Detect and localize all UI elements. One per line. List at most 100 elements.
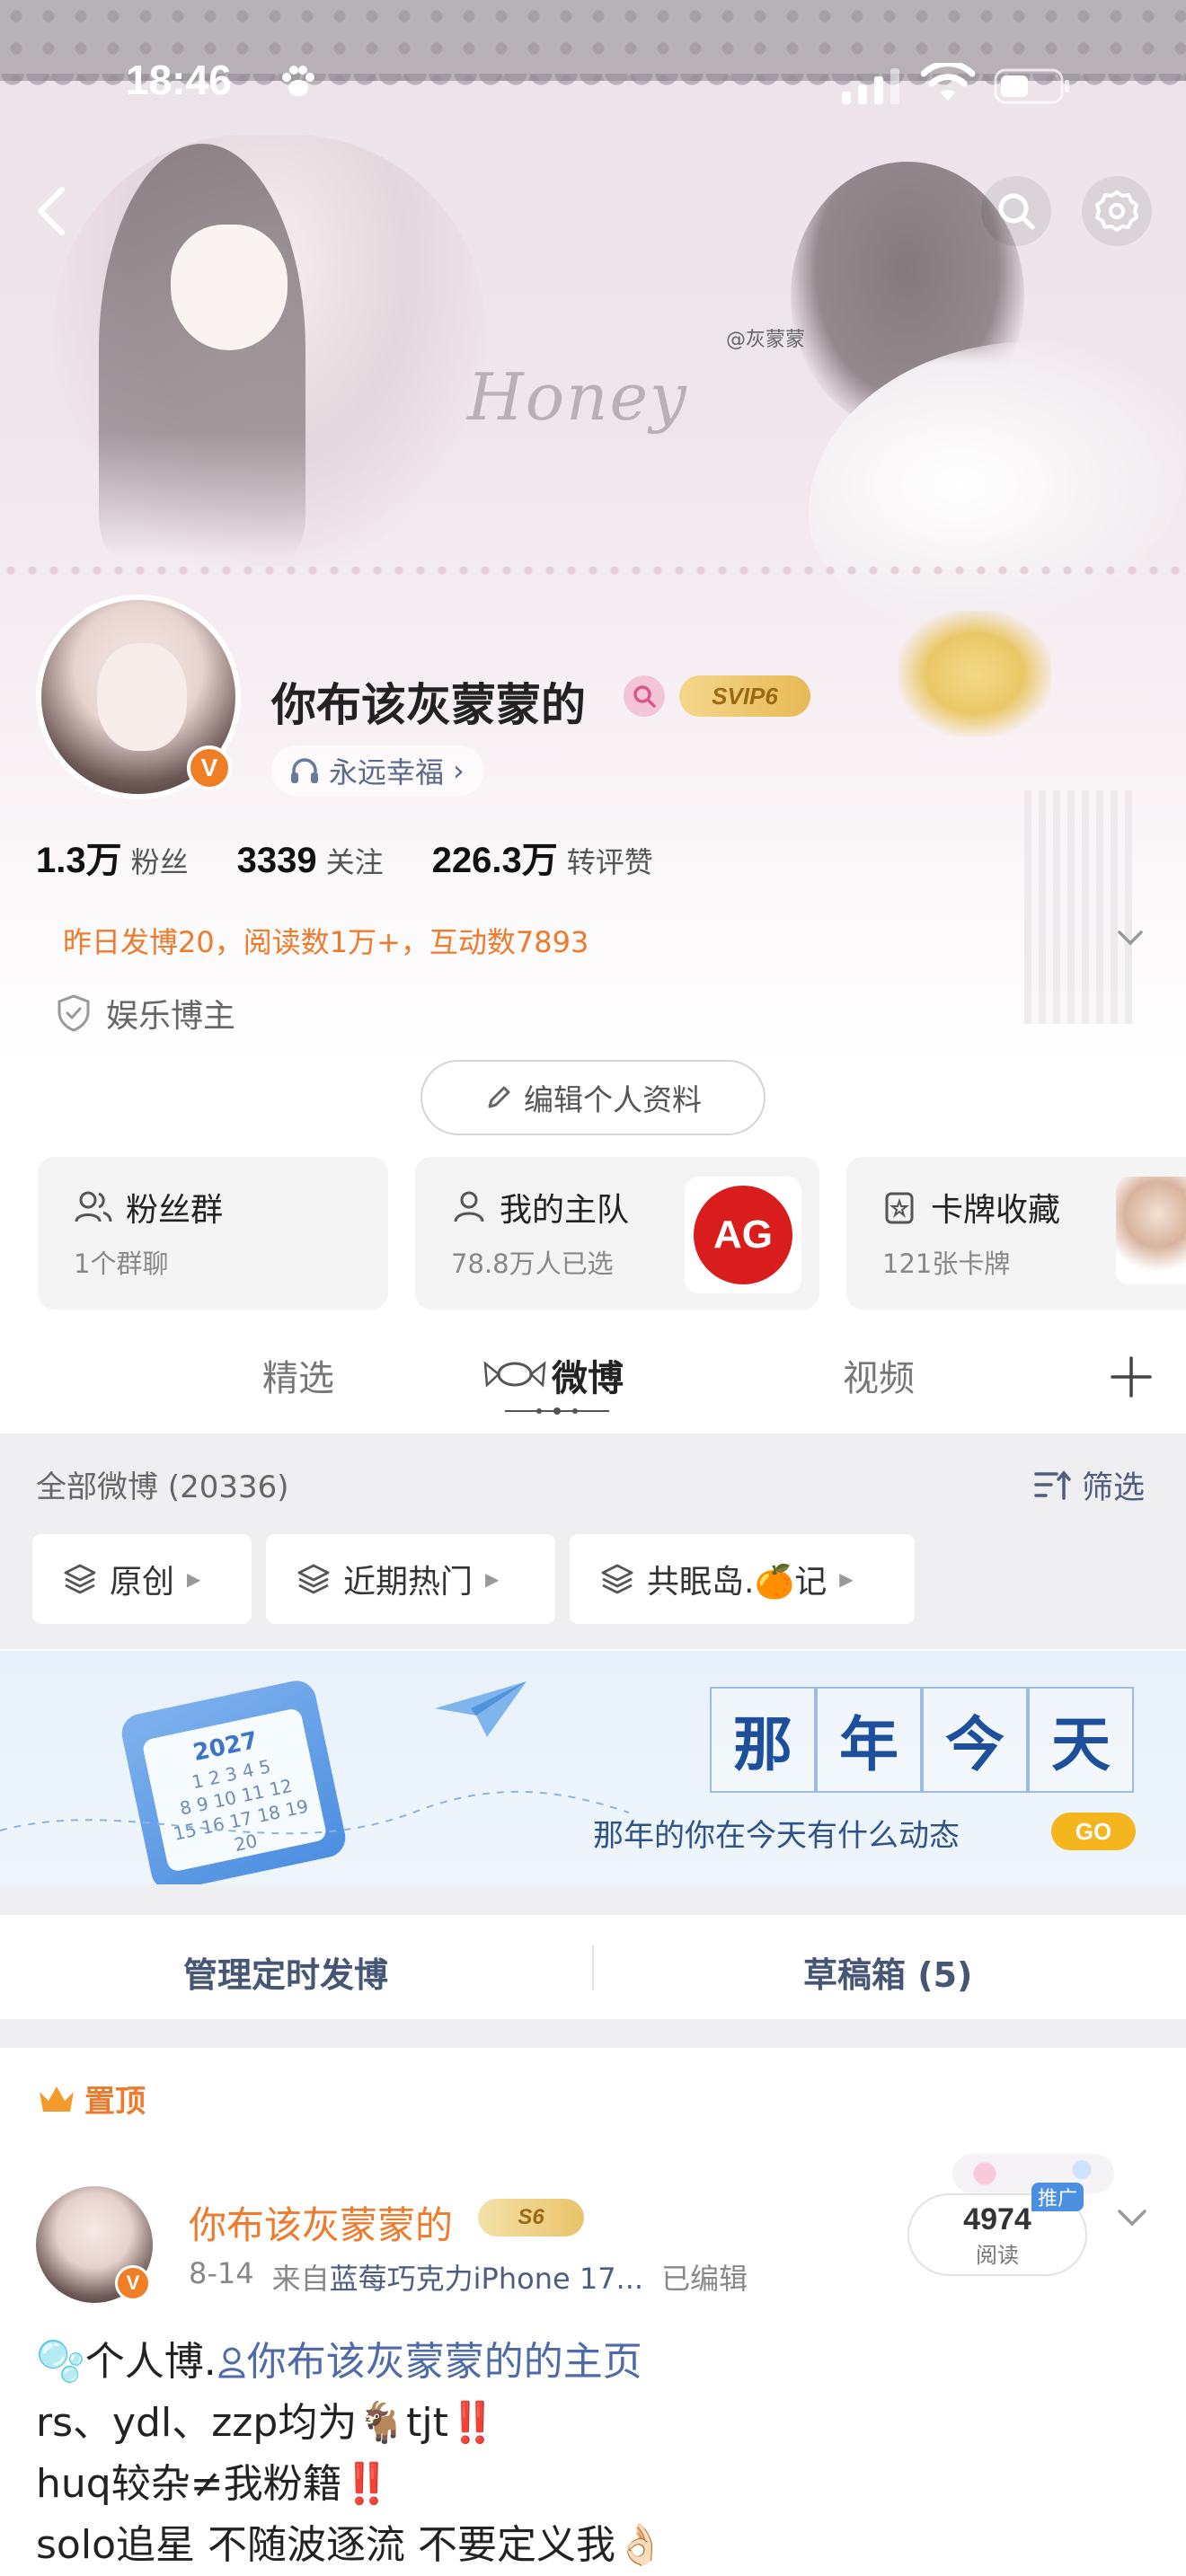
card-title-label: 我的主队 (500, 1192, 630, 1229)
chip-original[interactable]: 原创 ▶ (32, 1534, 252, 1624)
chevron-down-icon[interactable] (1114, 925, 1146, 952)
user-icon (454, 1191, 484, 1222)
caret-right-icon: ▶ (485, 1568, 500, 1590)
promote-tag[interactable]: 推广 (1031, 2183, 1084, 2211)
post-text: rs、ydl、zzp均为 (36, 2400, 358, 2446)
post-actions-row: 管理定时发博 草稿箱 (5) (0, 1915, 1186, 2019)
music-tag-label: 永远幸福 (329, 755, 445, 790)
post-text: 个人博. (84, 2339, 217, 2385)
edit-profile-label: 编辑个人资料 (524, 1082, 702, 1117)
post-source[interactable]: 蓝莓巧克力iPhone 17... (330, 2262, 643, 2296)
on-this-day-title: 那 年 今 天 (710, 1687, 1134, 1793)
banner-art-left-face (171, 225, 288, 350)
back-button[interactable] (16, 176, 86, 246)
followers-count[interactable]: 1.3万 (36, 831, 122, 883)
ok-hand-emoji: 👌🏻 (615, 2522, 665, 2568)
filter-sort-icon (1034, 1469, 1071, 1500)
profile-link[interactable]: 你布该灰蒙蒙的的主页 (247, 2332, 642, 2393)
section-gap (0, 1884, 1186, 1915)
card-sub-label: 78.8万人已选 (451, 1248, 614, 1279)
layers-icon (297, 1564, 330, 1594)
ag-logo-mark: AG (694, 1186, 792, 1284)
post-line: huq较杂≠我粉籍 ‼️ (36, 2454, 1150, 2515)
following-label[interactable]: 关注 (326, 840, 384, 881)
card-home-team[interactable]: 我的主队 78.8万人已选 AG (415, 1157, 819, 1310)
card-title-label: 粉丝群 (126, 1192, 224, 1229)
post-vip-badge[interactable]: S6 (478, 2199, 584, 2236)
tab-video[interactable]: 视频 (843, 1349, 915, 1401)
section-gap (0, 2019, 1186, 2048)
magnifier-badge-icon (633, 685, 656, 708)
settings-button[interactable] (1082, 176, 1152, 246)
banner-art-pillar (1024, 790, 1132, 1024)
layers-icon (601, 1564, 633, 1594)
layers-icon (64, 1564, 96, 1594)
card-collection-title: 卡牌收藏 (882, 1184, 1060, 1231)
double-exclamation-emoji: ‼️ (341, 2461, 392, 2507)
avatar-face (97, 643, 187, 751)
plus-icon[interactable] (1109, 1354, 1154, 1399)
card-star-icon (885, 1192, 914, 1224)
activity-summary[interactable]: 昨日发博20，阅读数1万+，互动数7893 (63, 920, 589, 961)
double-exclamation-emoji: ‼️ (447, 2400, 498, 2446)
chevron-left-icon (38, 187, 65, 235)
profile-tabs: 精选 微博 视频 (0, 1329, 1186, 1428)
profile-nickname: 你布该灰蒙蒙的 (271, 679, 586, 731)
post-line: rs、ydl、zzp均为 🐐 tjt ‼️ (36, 2393, 1150, 2454)
likes-label[interactable]: 转评赞 (567, 840, 653, 881)
banner-art-butterfly (898, 611, 1051, 737)
group-icon (75, 1191, 112, 1222)
verified-badge: V (187, 745, 232, 790)
banner-art-left-hair (99, 144, 305, 557)
scheduled-posts-button[interactable]: 管理定时发博 (183, 1947, 388, 1997)
drafts-button[interactable]: 草稿箱 (5) (803, 1947, 972, 1997)
caret-right-icon: ▶ (187, 1568, 201, 1590)
on-this-day-banner[interactable]: 2027 1 2 3 4 5 8 9 10 11 12 15 16 17 18 … (0, 1651, 1186, 1884)
user-link-icon (218, 2347, 245, 2378)
svip-badge[interactable]: SVIP6 (679, 675, 810, 717)
post-text: tjt (406, 2400, 448, 2446)
banner-art-text: Honey (467, 359, 688, 435)
headphones-icon (291, 758, 318, 783)
post-source-prefix: 来自 (271, 2262, 330, 2296)
post-author-name[interactable]: 你布该灰蒙蒙的 (189, 2195, 453, 2250)
post-meta: 8-14 来自蓝莓巧克力iPhone 17... 已编辑 (189, 2256, 748, 2298)
likes-count[interactable]: 226.3万 (432, 831, 558, 883)
status-bar: 18:46 (0, 0, 1186, 135)
chevron-down-icon[interactable] (1114, 2202, 1150, 2235)
title-char: 年 (816, 1687, 922, 1793)
wifi-icon (921, 63, 975, 101)
pinned-text: 置顶 (84, 2084, 146, 2120)
chevron-right-icon: › (453, 754, 465, 788)
bubble-emoji: 🫧 (36, 2339, 85, 2385)
role-label: 娱乐博主 (106, 998, 236, 1035)
tab-weibo[interactable]: 微博 (552, 1349, 624, 1401)
post-source-wrap: 来自蓝莓巧克力iPhone 17... (272, 2256, 643, 2298)
followers-label[interactable]: 粉丝 (131, 840, 189, 881)
badge-icon[interactable] (624, 675, 665, 717)
post-verified-badge: V (115, 2265, 151, 2301)
go-button[interactable]: GO (1051, 1813, 1136, 1850)
banner-scallop (0, 557, 1186, 584)
caret-right-icon: ▶ (839, 1568, 854, 1590)
crown-icon (40, 2086, 74, 2112)
edit-profile-button[interactable]: 编辑个人资料 (420, 1060, 766, 1135)
card-fan-group[interactable]: 粉丝群 1个群聊 (38, 1157, 388, 1310)
paper-plane-icon (435, 1681, 527, 1737)
card-sub-label: 1个群聊 (74, 1248, 169, 1279)
chip-recent-hot[interactable]: 近期热门 ▶ (266, 1534, 555, 1624)
role-tag[interactable]: 娱乐博主 (56, 990, 235, 1037)
search-button[interactable] (981, 176, 1051, 246)
banner-handle: @灰蒙蒙 (726, 329, 806, 351)
on-this-day-subtitle: 那年的你在今天有什么动态 (593, 1818, 960, 1854)
chip-custom-tag[interactable]: 共眠岛.🍊记 ▶ (570, 1534, 915, 1624)
status-time: 18:46 (126, 57, 232, 103)
tab-featured[interactable]: 精选 (262, 1349, 334, 1401)
team-logo: AG (685, 1177, 801, 1293)
following-count[interactable]: 3339 (237, 841, 317, 881)
post-text: solo追星 不随波逐流 不要定义我 (36, 2522, 615, 2568)
card-fan-group-title: 粉丝群 (74, 1184, 223, 1231)
filter-button[interactable]: 筛选 (1033, 1462, 1145, 1508)
paw-icon (282, 66, 314, 96)
music-tag[interactable]: 永远幸福 › (271, 745, 484, 796)
